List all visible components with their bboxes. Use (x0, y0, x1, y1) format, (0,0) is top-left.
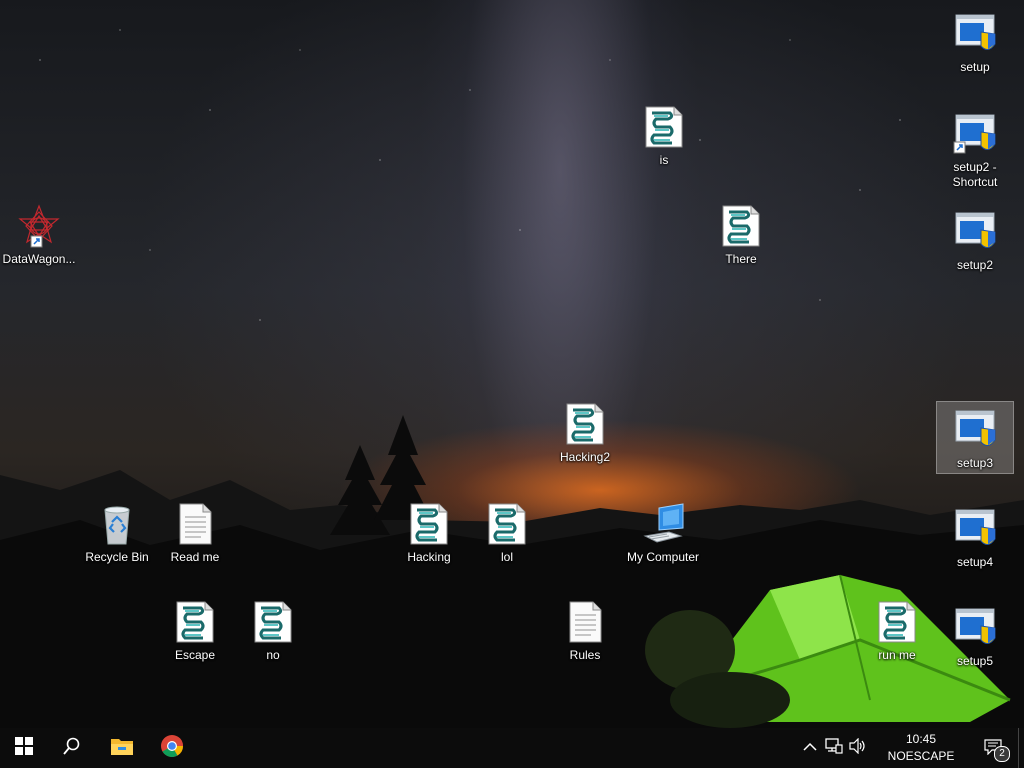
desktop-icon-read-me[interactable]: Read me (155, 502, 235, 565)
recycle-bin-icon (95, 502, 139, 546)
desktop-icon-setup[interactable]: setup (935, 12, 1015, 75)
desktop-icon-escape[interactable]: Escape (155, 600, 235, 663)
icon-label: Hacking (407, 550, 451, 564)
icon-label: Recycle Bin (85, 550, 149, 564)
computer-icon (641, 502, 685, 546)
icon-label: lol (500, 550, 513, 564)
file-explorer-button[interactable] (98, 728, 146, 768)
icon-label: no (266, 648, 280, 662)
taskbar: 10:45 NOESCAPE 3/4/2022 2 (0, 728, 1024, 780)
desktop-icon-hacking[interactable]: Hacking (389, 502, 469, 565)
desktop[interactable]: setup setup2 - Shortcut setup2 setup3 se… (0, 0, 1024, 728)
icon-label: There (725, 252, 757, 266)
icon-label: is (659, 153, 669, 167)
installer-icon (953, 408, 997, 452)
script-file-icon (173, 600, 217, 644)
search-button[interactable] (48, 728, 96, 768)
script-file-icon (642, 105, 686, 149)
desktop-icon-setup2[interactable]: setup2 (935, 210, 1015, 273)
installer-icon (953, 12, 997, 56)
icon-label: Read me (170, 550, 220, 564)
installer-icon (953, 210, 997, 254)
datawagon-app-icon (17, 204, 61, 248)
desktop-icon-setup3[interactable]: setup3 (936, 401, 1014, 474)
desktop-icon-there[interactable]: There (701, 204, 781, 267)
icon-label: setup3 (956, 456, 994, 470)
script-file-icon (485, 502, 529, 546)
text-document-icon (563, 600, 607, 644)
desktop-icon-lol[interactable]: lol (467, 502, 547, 565)
script-file-icon (251, 600, 295, 644)
icon-label: setup2 (956, 258, 994, 272)
icon-label: My Computer (626, 550, 700, 564)
desktop-icon-hacking2[interactable]: Hacking2 (545, 402, 625, 465)
file-explorer-icon (110, 736, 134, 761)
volume-button[interactable] (848, 737, 868, 759)
script-file-icon (563, 402, 607, 446)
desktop-icon-datawagon[interactable]: DataWagon... (0, 204, 79, 267)
volume-icon (849, 737, 867, 759)
chevron-up-icon (803, 739, 817, 757)
show-desktop-button[interactable] (1018, 728, 1024, 768)
icon-label: Escape (174, 648, 216, 662)
clock[interactable]: 10:45 NOESCAPE 3/4/2022 (872, 731, 970, 782)
installer-icon (953, 606, 997, 650)
search-icon (63, 737, 81, 760)
desktop-icon-my-computer[interactable]: My Computer (623, 502, 703, 565)
icon-label: DataWagon... (2, 252, 76, 266)
icon-label: setup5 (956, 654, 994, 668)
installer-icon (953, 507, 997, 551)
start-button[interactable] (0, 728, 48, 768)
desktop-icon-setup4[interactable]: setup4 (935, 507, 1015, 570)
icon-label: setup2 - Shortcut (952, 160, 998, 189)
notification-icon: 2 (984, 738, 1010, 762)
network-button[interactable] (824, 737, 844, 759)
show-hidden-icons-button[interactable] (800, 738, 820, 758)
script-file-icon (719, 204, 763, 248)
desktop-icon-is[interactable]: is (624, 105, 704, 168)
desktop-icon-rules[interactable]: Rules (545, 600, 625, 663)
script-file-icon (407, 502, 451, 546)
icon-label: setup4 (956, 555, 994, 569)
desktop-icon-setup5[interactable]: setup5 (935, 606, 1015, 669)
icon-label: Hacking2 (559, 450, 611, 464)
desktop-icon-setup2-shortcut[interactable]: setup2 - Shortcut (935, 112, 1015, 190)
clock-time: 10:45 NOESCAPE (887, 732, 955, 763)
windows-logo-icon (15, 736, 33, 760)
network-icon (825, 737, 843, 759)
chrome-button[interactable] (148, 728, 196, 768)
icon-label: setup (960, 60, 990, 74)
desktop-icon-no[interactable]: no (233, 600, 313, 663)
icon-label: run me (878, 648, 916, 662)
script-file-icon (875, 600, 919, 644)
icon-label: Rules (569, 648, 601, 662)
installer-icon (953, 112, 997, 156)
desktop-icon-recycle-bin[interactable]: Recycle Bin (77, 502, 157, 565)
notification-count-badge: 2 (994, 746, 1010, 762)
text-document-icon (173, 502, 217, 546)
desktop-icon-run-me[interactable]: run me (857, 600, 937, 663)
action-center-button[interactable]: 2 (982, 738, 1010, 762)
chrome-icon (160, 734, 184, 763)
